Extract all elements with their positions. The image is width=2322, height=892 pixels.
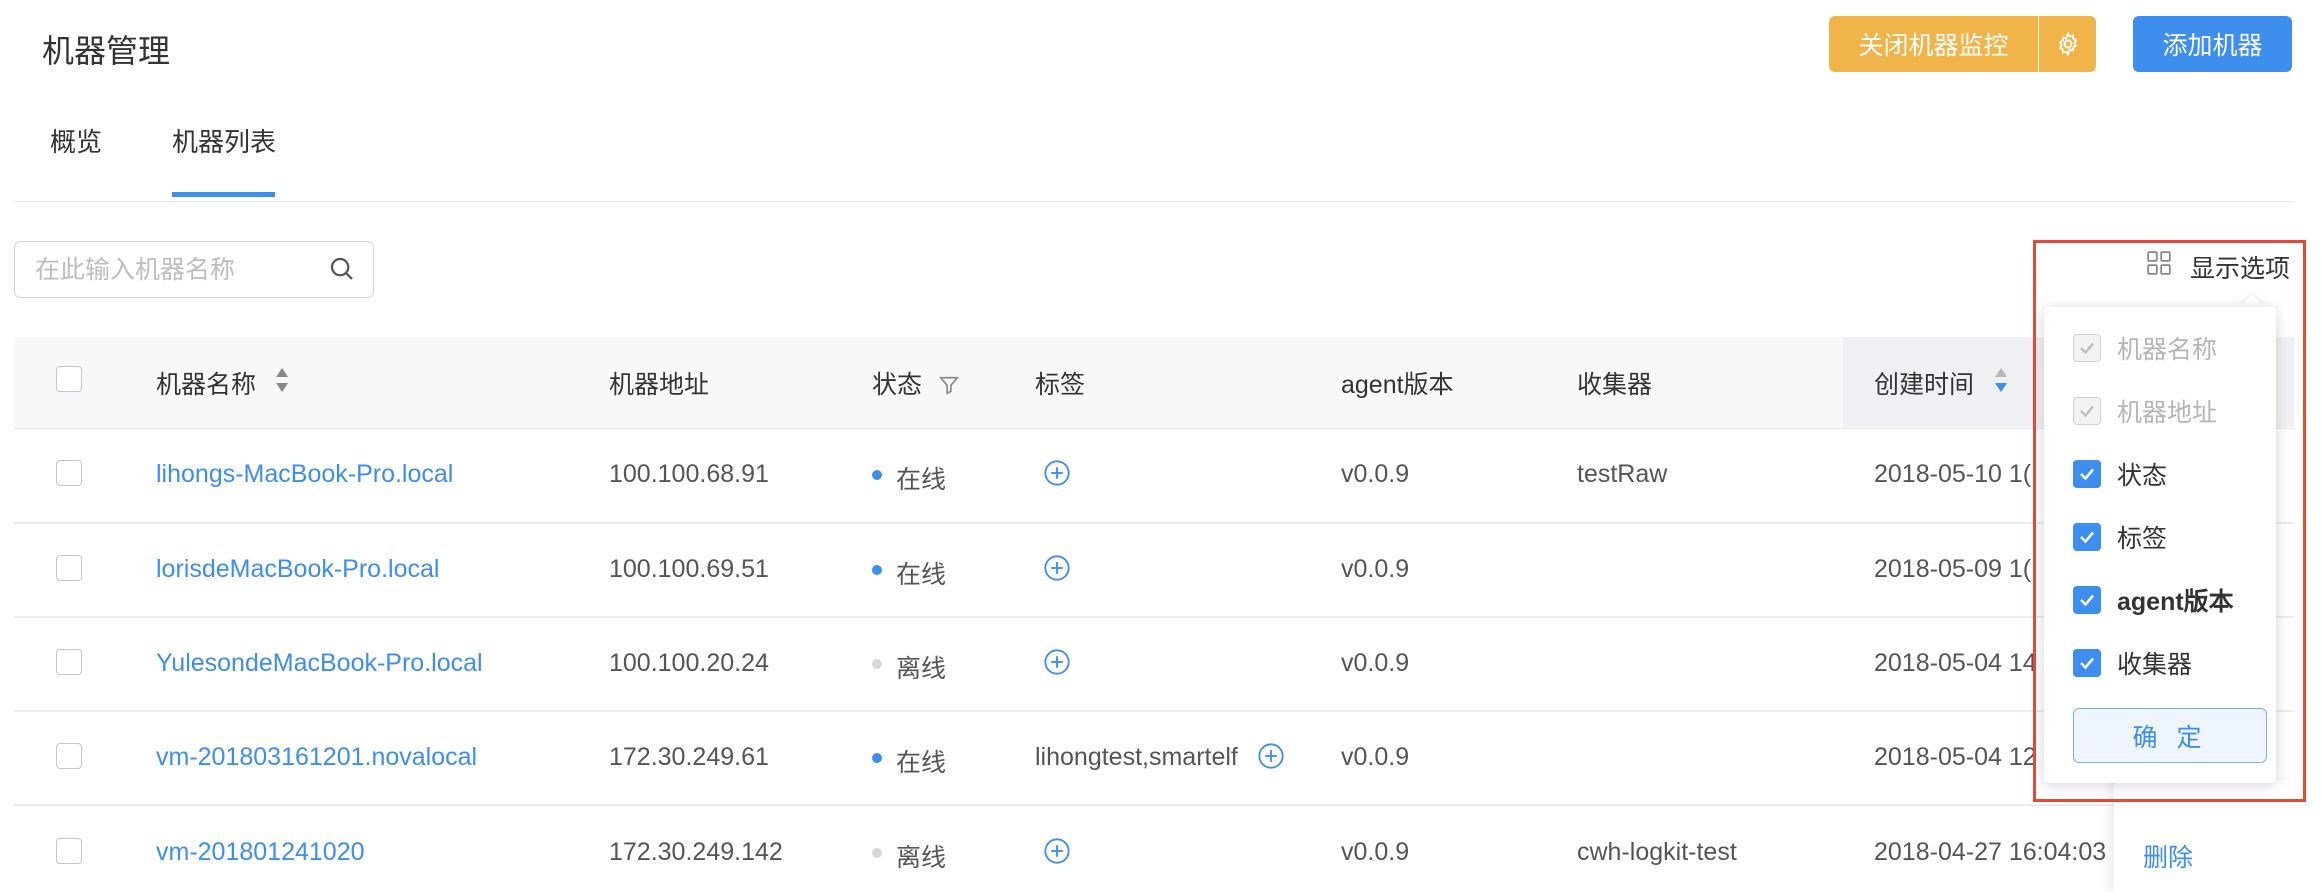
machine-address: 100.100.69.51 xyxy=(609,555,769,583)
row-divider xyxy=(14,522,2294,524)
collector: testRaw xyxy=(1577,460,1668,488)
machine-name-link[interactable]: lorisdeMacBook-Pro.local xyxy=(156,555,439,584)
stop-monitor-button[interactable]: 关闭机器监控 xyxy=(1829,16,2038,72)
tab-overview[interactable]: 概览 xyxy=(50,122,102,159)
column-header-agent: agent版本 xyxy=(1341,371,1454,399)
tab-active-indicator xyxy=(172,192,275,197)
search-input[interactable] xyxy=(33,254,327,286)
column-header-status: 状态 xyxy=(872,371,923,399)
status-dot xyxy=(872,848,882,858)
column-header-collector: 收集器 xyxy=(1577,371,1653,399)
row-divider xyxy=(14,710,2294,712)
status-text: 离线 xyxy=(896,655,947,683)
machine-address: 172.30.249.142 xyxy=(609,838,783,866)
add-tag-icon[interactable] xyxy=(1043,554,1071,582)
add-tag-icon[interactable] xyxy=(1043,648,1071,676)
add-machine-button[interactable]: 添加机器 xyxy=(2133,16,2292,72)
select-all-checkbox[interactable] xyxy=(56,366,82,392)
row-divider xyxy=(14,804,2294,806)
machine-name-link[interactable]: lihongs-MacBook-Pro.local xyxy=(156,460,453,489)
status-dot xyxy=(872,565,882,575)
created-time: 2018-04-27 16:04:03 xyxy=(1874,838,2107,866)
row-divider xyxy=(14,616,2294,618)
column-header-address: 机器地址 xyxy=(609,371,710,399)
agent-version: v0.0.9 xyxy=(1341,555,1410,583)
created-time: 2018-05-10 1( xyxy=(1874,460,2032,488)
row-checkbox[interactable] xyxy=(56,649,82,675)
status-dot xyxy=(872,753,882,763)
machine-name-link[interactable]: vm-201801241020 xyxy=(156,838,365,867)
machine-name-link[interactable]: YulesondeMacBook-Pro.local xyxy=(156,649,483,678)
status-text: 离线 xyxy=(896,844,947,872)
status-dot xyxy=(872,659,882,669)
created-time: 2018-05-04 14 xyxy=(1874,649,2037,677)
agent-version: v0.0.9 xyxy=(1341,743,1410,771)
tab-machine-list[interactable]: 机器列表 xyxy=(172,122,276,159)
sort-icon[interactable] xyxy=(274,365,290,395)
delete-link[interactable]: 删除 xyxy=(2143,838,2193,874)
agent-version: v0.0.9 xyxy=(1341,460,1410,488)
column-header-tags: 标签 xyxy=(1035,371,1086,399)
monitor-settings-button[interactable] xyxy=(2039,16,2096,72)
agent-version: v0.0.9 xyxy=(1341,838,1410,866)
collector: cwh-logkit-test xyxy=(1577,838,1737,866)
status-text: 在线 xyxy=(896,466,947,494)
row-checkbox[interactable] xyxy=(56,555,82,581)
created-time: 2018-05-09 1( xyxy=(1874,555,2032,583)
add-tag-icon[interactable] xyxy=(1043,459,1071,487)
machine-address: 100.100.68.91 xyxy=(609,460,769,488)
tags-text: lihongtest,smartelf xyxy=(1035,743,1238,771)
column-header-name[interactable]: 机器名称 xyxy=(156,365,256,401)
add-tag-icon[interactable] xyxy=(1257,742,1285,770)
tab-divider xyxy=(14,201,2294,202)
search-box xyxy=(14,241,374,298)
row-checkbox[interactable] xyxy=(56,743,82,769)
status-text: 在线 xyxy=(896,749,947,777)
machine-address: 100.100.20.24 xyxy=(609,649,769,677)
status-text: 在线 xyxy=(896,561,947,589)
machine-name-link[interactable]: vm-201803161201.novalocal xyxy=(156,743,477,772)
agent-version: v0.0.9 xyxy=(1341,649,1410,677)
page-title: 机器管理 xyxy=(42,33,171,69)
row-checkbox[interactable] xyxy=(56,460,82,486)
machine-address: 172.30.249.61 xyxy=(609,743,769,771)
add-tag-icon[interactable] xyxy=(1043,837,1071,865)
row-checkbox[interactable] xyxy=(56,838,82,864)
status-dot xyxy=(872,470,882,480)
highlight-box xyxy=(2033,240,2306,802)
sort-desc-icon[interactable] xyxy=(1993,365,2009,395)
column-header-created[interactable]: 创建时间 xyxy=(1874,365,1974,401)
filter-icon[interactable] xyxy=(938,374,960,396)
gear-icon xyxy=(2058,31,2077,57)
created-time: 2018-05-04 12 xyxy=(1874,743,2037,771)
search-icon[interactable] xyxy=(327,254,357,284)
